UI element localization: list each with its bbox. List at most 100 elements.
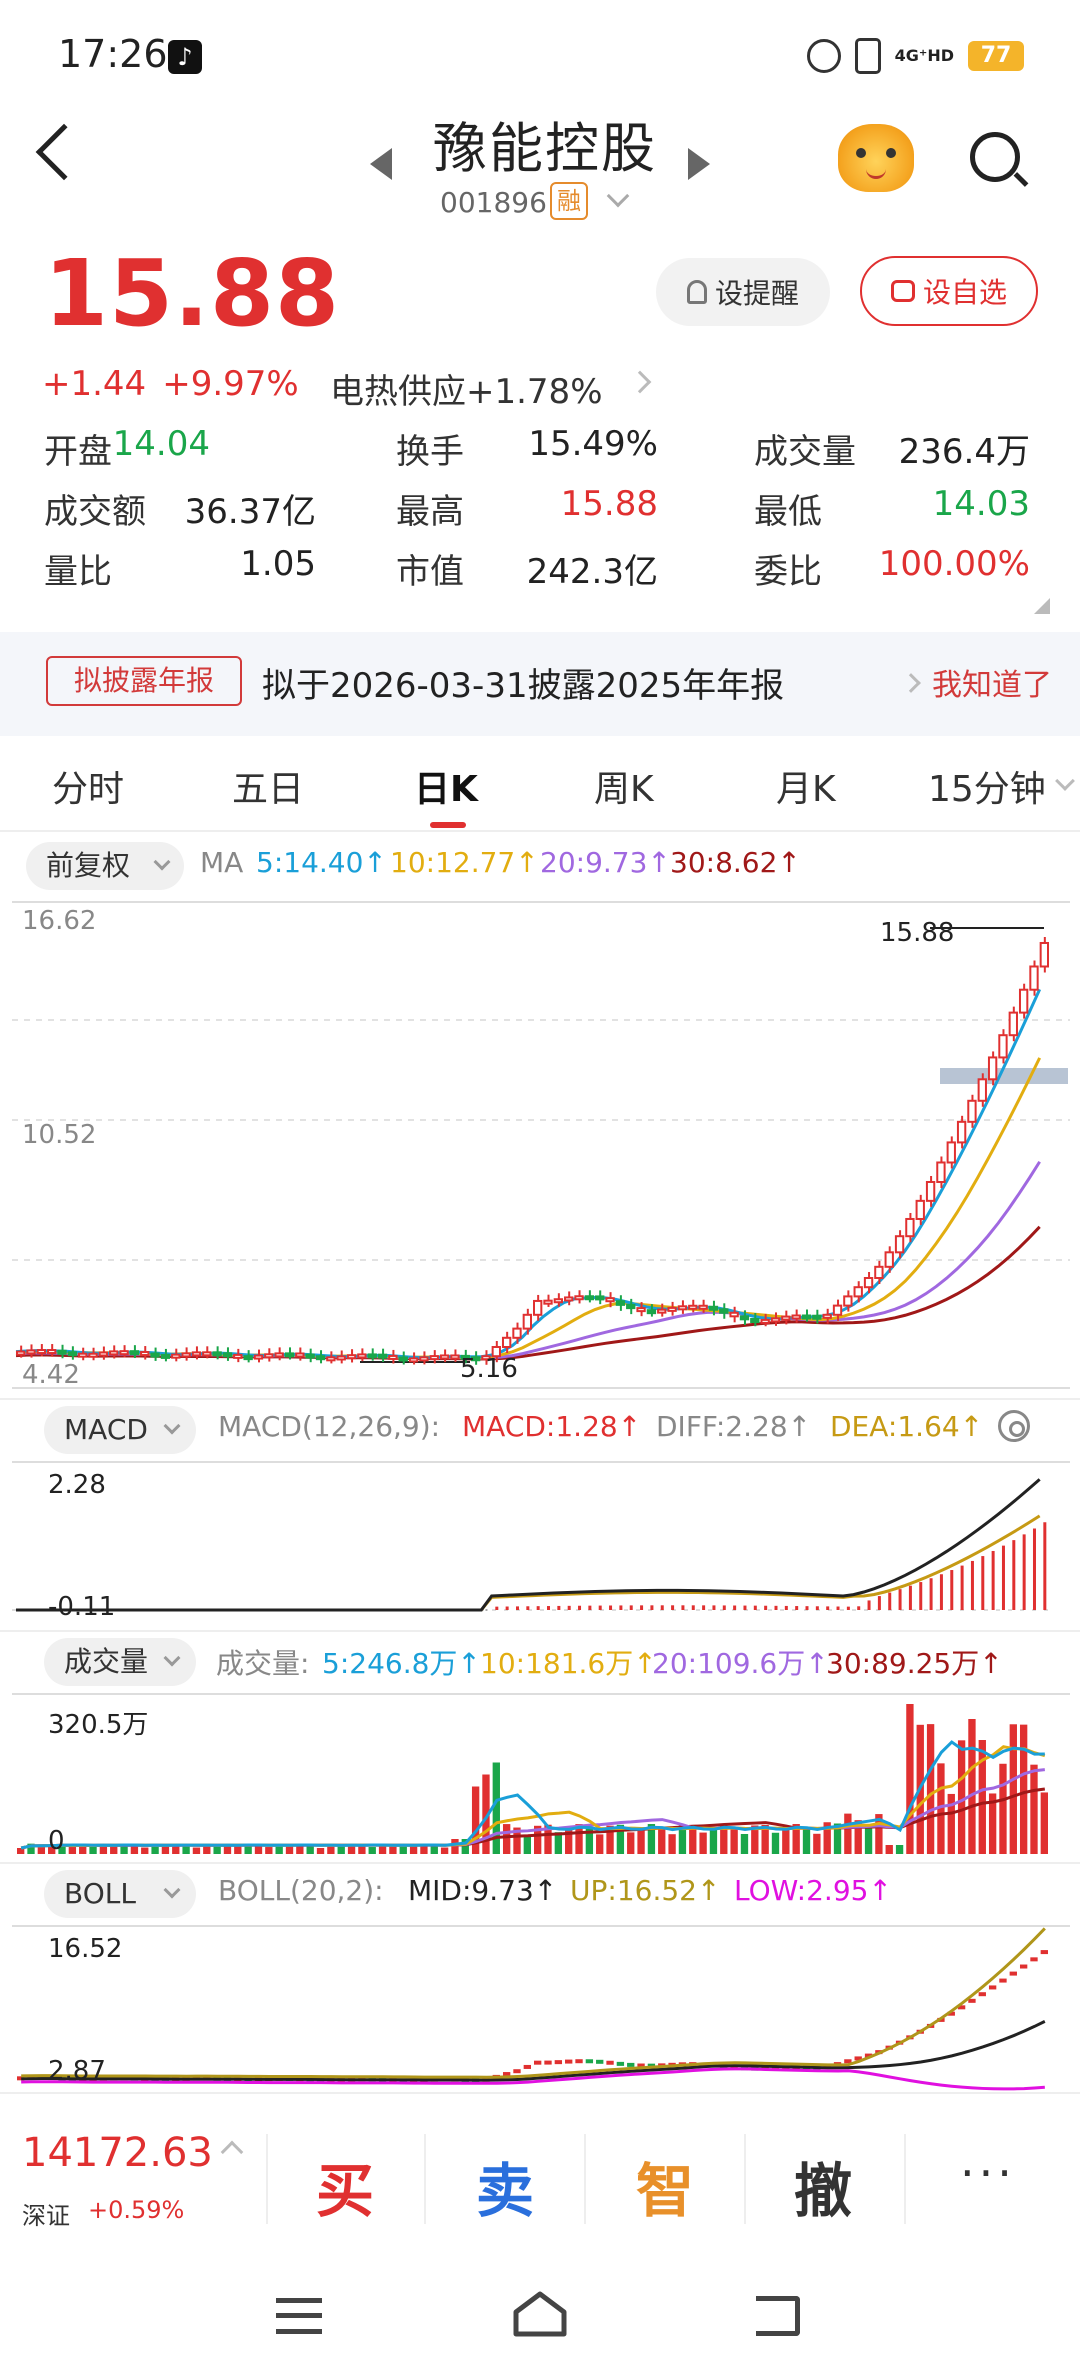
sector-link[interactable]: 电热供应+1.78% (330, 364, 603, 413)
system-nav-bar (0, 2262, 1080, 2376)
index-name: 深证 (22, 2202, 70, 2230)
set-alert-button[interactable]: 设提醒 (656, 258, 830, 326)
tab-daily-k[interactable]: 日K (414, 760, 478, 812)
boll-candle (513, 2069, 521, 2074)
volume-bar (730, 1827, 738, 1854)
status-icons: 4G⁺HD 77 (806, 38, 1024, 74)
kline-candle (739, 1315, 750, 1321)
status-time: 17:26 (58, 32, 168, 76)
macd-indicator-row: MACD MACD(12,26,9): MACD:1.28↑ DIFF:2.28… (0, 1400, 1080, 1460)
tab-intraday[interactable]: 分时 (52, 760, 124, 812)
kline-candle (36, 1349, 47, 1355)
add-watchlist-button[interactable]: 设自选 (860, 256, 1038, 326)
expand-corner-icon[interactable] (1034, 598, 1050, 614)
next-stock-icon[interactable] (688, 148, 710, 180)
volume-bar (709, 1829, 718, 1854)
volume-bar (699, 1832, 707, 1854)
buy-button[interactable]: 买 (316, 2144, 374, 2228)
kline-chart[interactable] (0, 900, 1080, 1400)
kline-candle (398, 1356, 408, 1362)
menu-icon[interactable] (276, 2298, 322, 2334)
kline-candle (78, 1352, 88, 1358)
volume-bar (782, 1828, 790, 1854)
kline-candle (853, 1286, 863, 1298)
set-alert-label: 设提醒 (714, 277, 799, 310)
tab-five-day[interactable]: 五日 (232, 760, 304, 812)
smart-button[interactable]: 智 (636, 2144, 694, 2228)
adjust-selector[interactable]: 前复权 (26, 842, 184, 890)
ma10-value: 10:12.77↑ (390, 846, 539, 879)
kline-candle (450, 1354, 460, 1360)
kline-y-bottom: 4.42 (22, 1360, 80, 1390)
tab-15min[interactable]: 15分钟 (928, 760, 1046, 812)
kline-candle (770, 1317, 781, 1323)
boll-candle (523, 2064, 531, 2069)
divider (266, 2134, 268, 2224)
back-nav-icon[interactable] (756, 2296, 800, 2336)
boll-candle (606, 2060, 614, 2065)
home-icon[interactable] (512, 2290, 568, 2338)
volume-bar (502, 1824, 511, 1854)
boll-selector[interactable]: BOLL (44, 1870, 196, 1918)
kline-candle (501, 1336, 512, 1348)
diff-value: DIFF:2.28↑ (656, 1410, 812, 1443)
tab-monthly-k[interactable]: 月K (776, 760, 836, 812)
vol-ma10-value: 10:181.6万↑ (480, 1647, 657, 1680)
tiktok-icon: ♪ (168, 40, 202, 74)
divider (424, 2134, 426, 2224)
volume-chart[interactable] (0, 1692, 1080, 1862)
back-icon[interactable] (35, 123, 93, 181)
index-value[interactable]: 14172.63 (22, 2130, 213, 2176)
trade-bar: 14172.63 深证 +0.59% 买 卖 智 撤 ··· (0, 2092, 1080, 2262)
kline-candle (905, 1217, 915, 1238)
macd-selector[interactable]: MACD (44, 1406, 196, 1454)
kline-candle (863, 1277, 874, 1289)
volume-selector[interactable]: 成交量 (44, 1638, 196, 1686)
kline-candle (894, 1235, 905, 1254)
volume-bar (192, 1847, 201, 1854)
boll-chart[interactable] (0, 1924, 1080, 2094)
macd-chart[interactable] (0, 1460, 1080, 1630)
kline-candle (832, 1304, 843, 1316)
kline-candle (595, 1295, 605, 1301)
chevron-down-icon[interactable] (606, 184, 630, 208)
kline-candle (160, 1353, 171, 1359)
chevron-up-icon[interactable] (220, 2140, 244, 2164)
kline-candle (750, 1318, 760, 1324)
volume-bar (244, 1846, 252, 1854)
chevron-right-icon[interactable] (628, 370, 652, 394)
kline-candle (998, 1034, 1008, 1059)
tab-weekly-k[interactable]: 周K (594, 760, 654, 812)
kline-min-label: 5.16 (460, 1354, 518, 1384)
kline-candle (202, 1351, 212, 1357)
boll-indicator-row: BOLL BOLL(20,2): MID:9.73↑ UP:16.52↑ LOW… (0, 1864, 1080, 1924)
sell-button[interactable]: 卖 (476, 2144, 534, 2228)
add-watchlist-label: 设自选 (922, 276, 1007, 309)
kline-candle (760, 1318, 770, 1324)
volume-bar (999, 1763, 1007, 1854)
dismiss-notice-button[interactable]: 我知道了 (932, 660, 1052, 704)
kline-candle (574, 1295, 584, 1301)
volume-bar (740, 1833, 749, 1854)
cancel-order-button[interactable]: 撤 (794, 2144, 852, 2228)
kline-y-mid: 10.52 (22, 1120, 97, 1150)
boll-y-bottom: 2.87 (48, 2056, 106, 2086)
kline-candle (367, 1353, 377, 1359)
settings-icon[interactable] (998, 1410, 1030, 1442)
macd-params: MACD(12,26,9): (218, 1410, 441, 1443)
mascot-icon[interactable] (838, 124, 914, 192)
kline-candle (677, 1305, 688, 1311)
kline-candle (1029, 965, 1039, 991)
search-icon[interactable] (970, 132, 1020, 182)
volume-ma5-line (20, 1740, 1045, 1850)
volume-bar (596, 1834, 604, 1854)
boll-up-value: UP:16.52↑ (570, 1874, 721, 1907)
margin-badge: 融 (550, 182, 588, 220)
more-button[interactable]: ··· (960, 2146, 1016, 2200)
boll-candle (544, 2060, 552, 2065)
boll-y-top: 16.52 (48, 1934, 123, 1964)
kline-candle (171, 1353, 181, 1359)
boll-candle (565, 2059, 573, 2064)
boll-candle (585, 2059, 594, 2064)
prev-stock-icon[interactable] (370, 148, 392, 180)
